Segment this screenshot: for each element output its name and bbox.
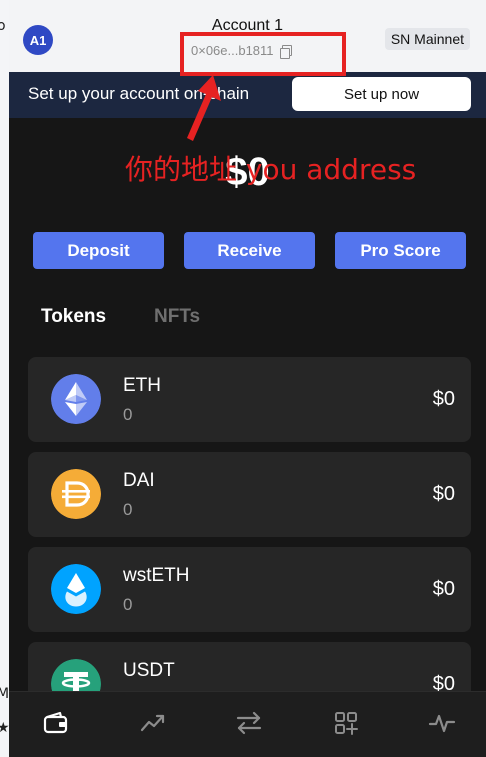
annotation-text: 你的地址 you address — [125, 153, 417, 186]
token-amount: 0 — [123, 595, 133, 614]
set-up-now-button[interactable]: Set up now — [292, 77, 471, 111]
token-row-dai[interactable]: DAI 0 $0 — [28, 452, 471, 537]
annotation-arrow-icon — [187, 75, 221, 141]
wallet-popup: A1 Account 1 0×06e...b1811 SN Mainnet Se… — [9, 0, 486, 757]
token-value: $0 — [432, 578, 455, 600]
token-row-eth[interactable]: ETH 0 $0 — [28, 357, 471, 442]
bottom-nav — [9, 691, 486, 757]
token-symbol: wstETH — [123, 565, 190, 586]
setup-banner: Set up your account on-chain Set up now — [9, 72, 486, 118]
wallet-icon[interactable] — [41, 708, 71, 738]
wsteth-icon — [51, 564, 101, 614]
background-text-fragment: M — [0, 686, 10, 702]
token-row-wsteth[interactable]: wstETH 0 $0 — [28, 547, 471, 632]
token-value: $0 — [432, 388, 455, 410]
swap-icon[interactable] — [234, 708, 264, 738]
dai-icon — [51, 469, 101, 519]
apps-icon[interactable] — [331, 708, 361, 738]
deposit-button[interactable]: Deposit — [33, 232, 164, 269]
token-symbol: DAI — [123, 470, 155, 491]
annotation-highlight-box — [180, 32, 346, 76]
background-page-strip: o M ★ — [0, 0, 10, 757]
token-amount: 0 — [123, 500, 133, 519]
token-amount: 0 — [123, 405, 133, 424]
receive-button[interactable]: Receive — [184, 232, 315, 269]
network-badge[interactable]: SN Mainnet — [384, 28, 470, 50]
tab-tokens[interactable]: Tokens — [41, 306, 106, 328]
background-text-fragment: o — [0, 18, 6, 34]
token-value: $0 — [432, 483, 455, 505]
token-symbol: USDT — [123, 660, 175, 681]
token-symbol: ETH — [123, 375, 161, 396]
activity-icon[interactable] — [427, 708, 457, 738]
eth-icon — [51, 374, 101, 424]
tab-nfts[interactable]: NFTs — [154, 306, 200, 328]
pro-score-button[interactable]: Pro Score — [335, 232, 466, 269]
trend-icon[interactable] — [138, 708, 168, 738]
